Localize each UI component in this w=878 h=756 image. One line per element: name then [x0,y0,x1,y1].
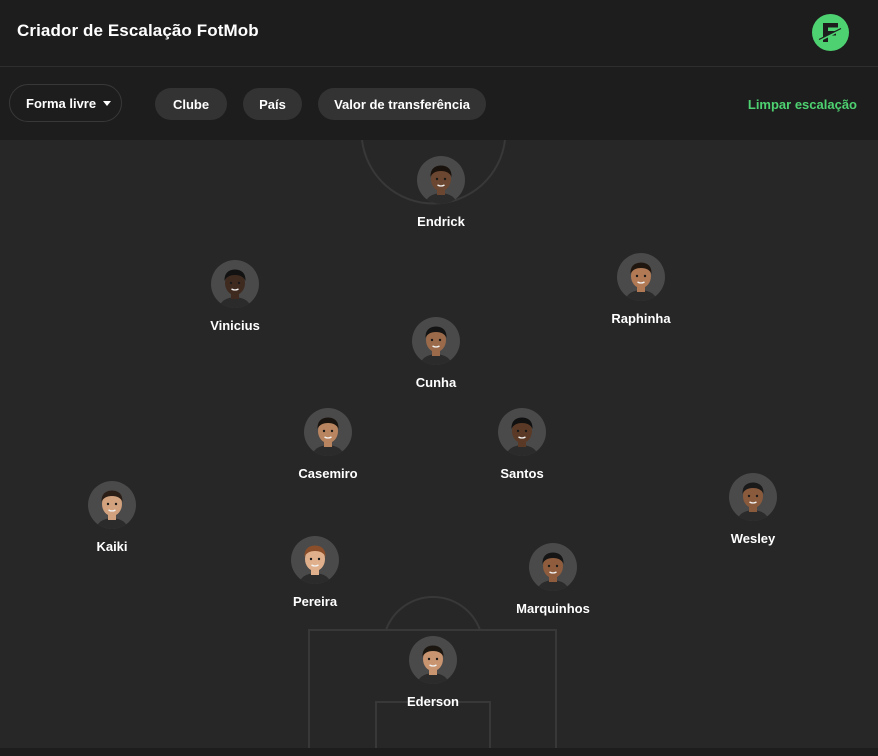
player-name: Marquinhos [516,601,590,616]
bottom-strip [0,748,878,756]
player-name: Casemiro [298,466,358,481]
eye-shape [330,429,334,433]
eye-shape [430,338,434,342]
player-name: Endrick [417,214,465,229]
eye-shape [643,274,647,278]
lineup-builder-app: Criador de Escalação FotMob Forma livre … [0,0,878,756]
page-title: Criador de Escalação FotMob [17,21,259,40]
eye-shape [114,502,118,506]
player-avatar [729,473,777,521]
player-avatar [617,253,665,301]
player-name: Kaiki [96,539,128,554]
filter-club-button[interactable]: Clube [155,88,227,120]
player-card[interactable]: Ederson [378,636,488,709]
player-portrait [425,165,457,204]
player-card[interactable]: Wesley [698,473,808,546]
eye-shape [635,274,639,278]
player-avatar [88,481,136,529]
eye-shape [755,494,759,498]
player-portrait [506,417,538,456]
player-name: Vinicius [210,318,260,333]
player-name: Cunha [415,375,457,390]
player-card[interactable]: Raphinha [586,253,696,326]
eye-shape [237,281,241,285]
player-card[interactable]: Marquinhos [498,543,608,616]
player-portrait [96,490,128,529]
player-avatar [291,536,339,584]
eye-shape [555,564,559,568]
player-avatar [412,317,460,365]
eye-shape [435,177,439,181]
player-avatar [417,156,465,204]
formation-dropdown-label: Forma livre [26,95,97,111]
formation-dropdown[interactable]: Forma livre [9,84,122,122]
eye-shape [309,557,313,561]
filter-toolbar: Forma livre Clube País Valor de transfer… [0,68,878,140]
player-name: Santos [500,466,544,481]
player-card[interactable]: Santos [467,408,577,481]
clear-lineup-link[interactable]: Limpar escalação [748,97,857,112]
player-card[interactable]: Vinicius [180,260,290,333]
player-card[interactable]: Cunha [381,317,491,390]
eye-shape [322,429,326,433]
eye-shape [524,429,528,433]
player-portrait [625,262,657,301]
eye-shape [438,338,442,342]
player-card[interactable]: Pereira [260,536,370,609]
filter-transfer-value-button[interactable]: Valor de transferência [318,88,486,120]
eye-shape [229,281,233,285]
player-card[interactable]: Casemiro [273,408,383,481]
player-avatar [304,408,352,456]
eye-shape [435,657,439,661]
player-avatar [409,636,457,684]
player-portrait [737,482,769,521]
filter-country-button[interactable]: País [243,88,302,120]
fotmob-logo-icon[interactable] [812,14,849,51]
player-name: Raphinha [611,311,671,326]
eye-shape [106,502,110,506]
eye-shape [427,657,431,661]
player-avatar [529,543,577,591]
eye-shape [443,177,447,181]
eye-shape [747,494,751,498]
player-name: Wesley [730,531,776,546]
eye-shape [516,429,520,433]
player-portrait [312,417,344,456]
player-portrait [537,552,569,591]
player-portrait [299,545,331,584]
player-name: Ederson [406,694,459,709]
player-avatar [211,260,259,308]
player-portrait [420,326,452,365]
header-bar: Criador de Escalação FotMob [0,0,878,67]
eye-shape [317,557,321,561]
eye-shape [547,564,551,568]
caret-down-icon [103,100,112,106]
player-avatar [498,408,546,456]
player-portrait [219,269,251,308]
player-card[interactable]: Endrick [386,156,496,229]
player-name: Pereira [292,594,338,609]
player-portrait [417,645,449,684]
player-card[interactable]: Kaiki [57,481,167,554]
